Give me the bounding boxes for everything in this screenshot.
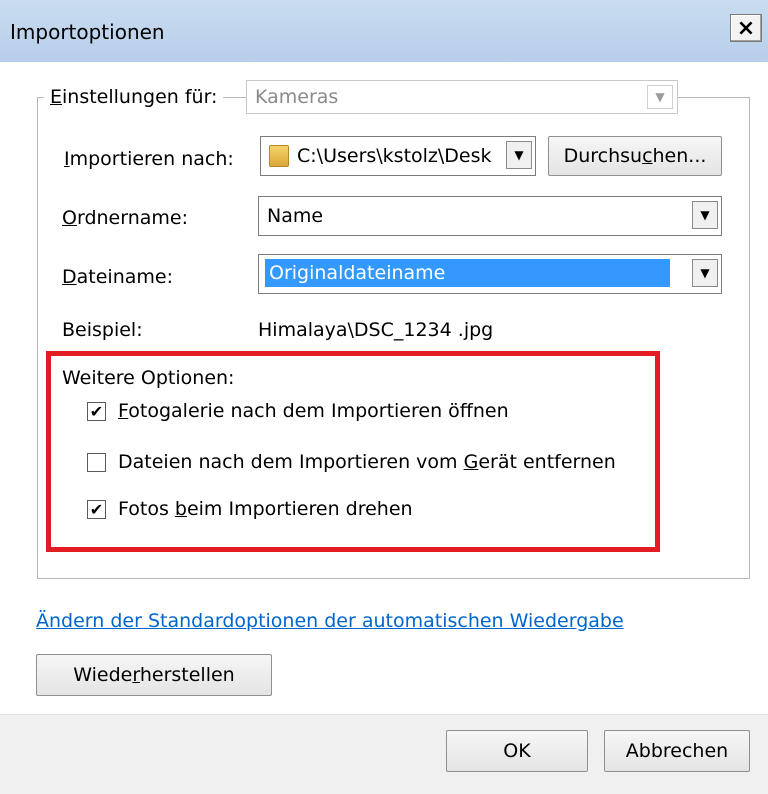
rotate-photos-label: Fotos beim Importieren drehen — [118, 498, 413, 520]
filename-dropdown[interactable]: Originaldateiname ▼ — [258, 254, 722, 294]
ok-button-label: OK — [503, 740, 531, 762]
close-button[interactable]: × — [730, 14, 762, 42]
settings-for-label: Einstellungen für: — [44, 86, 224, 108]
folder-icon — [269, 145, 289, 167]
chevron-down-icon: ▼ — [647, 85, 673, 109]
restore-button-label: Wiederherstellen — [73, 664, 235, 686]
settings-for-value: Kameras — [255, 86, 339, 108]
filename-label: Dateiname: — [62, 266, 173, 288]
more-options-heading: Weitere Optionen: — [62, 367, 235, 389]
example-value: Himalaya\DSC_1234 .jpg — [258, 319, 494, 341]
close-icon: × — [736, 15, 756, 41]
folder-name-value: Name — [267, 205, 324, 227]
delete-after-import-checkbox[interactable] — [87, 453, 106, 472]
import-to-dropdown[interactable]: C:\Users\kstolz\Desk ▼ — [260, 136, 536, 176]
rotate-photos-checkbox[interactable]: ✔ — [87, 500, 106, 519]
checkmark-icon: ✔ — [89, 401, 104, 421]
open-gallery-checkbox[interactable]: ✔ — [87, 402, 106, 421]
settings-for-dropdown[interactable]: Kameras ▼ — [246, 80, 678, 114]
window-title: Importoptionen — [10, 20, 165, 44]
chevron-down-icon: ▼ — [506, 141, 532, 169]
chevron-down-icon: ▼ — [692, 201, 718, 229]
browse-button-label: Durchsuchen... — [563, 145, 707, 167]
title-bar: Importoptionen × — [0, 0, 768, 62]
change-autoplay-defaults-link[interactable]: Ändern der Standardoptionen der automati… — [36, 610, 624, 632]
filename-value: Originaldateiname — [265, 259, 670, 287]
folder-name-dropdown[interactable]: Name ▼ — [258, 196, 722, 236]
example-label: Beispiel: — [62, 319, 143, 341]
browse-button[interactable]: Durchsuchen... — [548, 136, 722, 176]
checkmark-icon: ✔ — [89, 499, 104, 519]
cancel-button[interactable]: Abbrechen — [604, 730, 750, 772]
folder-name-label: Ordnername: — [62, 207, 188, 229]
delete-after-import-label: Dateien nach dem Importieren vom Gerät e… — [118, 451, 616, 473]
restore-button[interactable]: Wiederherstellen — [36, 654, 272, 696]
import-to-value: C:\Users\kstolz\Desk — [297, 145, 492, 167]
ok-button[interactable]: OK — [446, 730, 588, 772]
import-to-label: Importieren nach: — [64, 148, 234, 170]
chevron-down-icon: ▼ — [692, 259, 718, 287]
cancel-button-label: Abbrechen — [625, 740, 729, 762]
open-gallery-label: Fotogalerie nach dem Importieren öffnen — [118, 400, 509, 422]
